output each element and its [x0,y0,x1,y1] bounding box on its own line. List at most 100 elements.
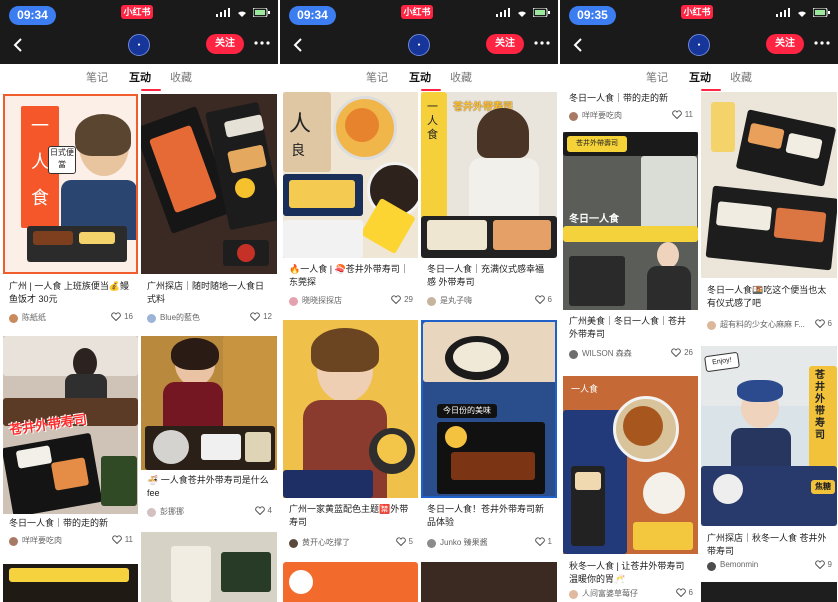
like-count[interactable]: 6 [534,295,552,304]
status-icons [776,8,830,17]
like-count[interactable]: 11 [111,535,133,544]
like-count[interactable]: 6 [814,319,832,328]
author-avatar [9,314,18,323]
note-card[interactable]: 冬日一人食｜带的走的新 咩咩要吃肉 11 [563,92,698,126]
note-author-row: 超有料的少女心麻麻 F... 6 [707,319,832,332]
note-card[interactable]: 苍井外帶壽司 冬日一人食 广州美食｜冬日一人食｜苍井外带寿司 WILSON 森森… [563,132,698,366]
note-card[interactable]: 一人食 秋冬一人食 | 让苍井外带寿司温暖你的胃🥂 人间富婆草莓仔 6 [563,376,698,602]
follow-button[interactable]: 关注 [486,34,524,54]
back-icon[interactable] [570,36,588,54]
battery-icon [253,8,270,17]
active-tab-indicator [421,89,441,91]
note-card[interactable] [421,562,557,602]
follow-button[interactable]: 关注 [206,34,244,54]
note-thumbnail [141,94,277,274]
note-thumbnail: Enjoy! 苍井外带寿司 焦糖 [701,346,837,526]
tab-interactions[interactable]: 互动 [680,69,720,85]
avatar[interactable]: ● [688,34,710,56]
note-card[interactable] [701,582,837,602]
heart-icon [391,295,401,304]
like-count[interactable]: 29 [391,295,413,304]
note-card[interactable]: 今日份的美味 冬日一人食！苍井外带寿司新品体验 Junko 臻果酱 1 [421,320,557,556]
note-thumbnail: 一人食 [563,376,698,554]
heart-icon [111,312,121,321]
more-icon[interactable] [252,33,272,53]
note-card[interactable]: 冬日一人食🍱吃这个便当也太有仪式感了吧 超有料的少女心麻麻 F... 6 [701,92,837,342]
note-card[interactable] [283,562,418,602]
note-card[interactable] [141,532,277,602]
image-text: 良 [291,142,305,158]
author-name: 超有料的少女心麻麻 F... [720,320,805,329]
author-avatar [147,314,156,323]
note-card[interactable]: 广州探店｜随时随地一人食日式料 Blue的藍色 12 [141,94,277,332]
header-bar: 09:35 小红书 ● 关注 [560,0,838,64]
brand-badge: 小红书 [681,5,713,19]
more-icon[interactable] [812,33,832,53]
note-card[interactable]: 人 良 🔥一人食 | 🍣苍井外带寿司｜东莞探 晓晓探探店 29 [283,92,418,314]
avatar[interactable]: ● [408,34,430,56]
like-count-value: 26 [684,348,693,357]
note-thumbnail: 苍井外帶壽司 冬日一人食 [563,132,698,310]
note-card[interactable]: 一人食 苍井外带寿司 冬日一人食｜充满仪式感幸福感 外带寿司 是丸子嗨 6 [421,92,557,314]
like-count[interactable]: 5 [395,537,413,546]
like-count[interactable]: 16 [111,312,133,321]
note-thumbnail: 人 良 [283,92,418,258]
like-count-value: 6 [688,588,693,597]
like-count[interactable]: 11 [671,110,693,119]
like-count[interactable]: 9 [814,560,832,569]
tab-favorites[interactable]: 收藏 [721,69,761,85]
image-text: 今日份的美味 [437,404,497,418]
like-count[interactable]: 1 [534,537,552,546]
note-title: 广州 | 一人食 上班族便当💰鳗鱼饭才 30元 [9,281,130,304]
note-thumbnail: 一人食 苍井外带寿司 [421,92,557,258]
like-count[interactable]: 4 [254,506,272,515]
tab-favorites[interactable]: 收藏 [441,69,481,85]
avatar[interactable]: ● [128,34,150,56]
note-card[interactable]: 🍜 一人食苍井外带寿司是什么 fee 彭挪挪 4 [141,336,277,524]
like-count[interactable]: 26 [671,348,693,357]
tab-notes[interactable]: 笔记 [637,69,677,85]
author-avatar [707,321,716,330]
follow-button[interactable]: 关注 [766,34,804,54]
note-card[interactable]: 苍井外带寿司 冬日一人食｜带的走的新 咩咩要吃肉 11 [3,336,138,554]
note-thumbnail [701,92,837,278]
image-text: 一 [31,116,49,136]
note-title: 冬日一人食｜带的走的新 [569,93,669,103]
tab-interactions[interactable]: 互动 [400,69,440,85]
note-title: 广州美食｜冬日一人食｜苍井外带寿司 [569,316,687,339]
author-avatar [569,112,578,121]
like-count[interactable]: 6 [675,588,693,597]
panel-middle: 09:34 小红书 ● 关注 笔记 互动 收藏 人 良 🔥一人食 | 🍣苍井外带… [280,0,558,602]
image-text: 冬日一人食 [569,214,619,225]
heart-icon [534,295,545,304]
back-icon[interactable] [290,36,308,54]
author-avatar [707,562,716,571]
status-icons [216,8,270,17]
tab-favorites[interactable]: 收藏 [161,69,201,85]
note-card[interactable]: 广州一家黄蓝配色主题🈲外带寿司 黄开心吃撑了 5 [283,320,418,556]
like-count-value: 11 [684,110,693,119]
note-title: 🍜 一人食苍井外带寿司是什么 fee [147,475,269,498]
back-icon[interactable] [10,36,28,54]
author-name: 彭挪挪 [160,507,184,516]
note-card[interactable]: Enjoy! 苍井外带寿司 焦糖 广州探店｜秋冬一人食 苍井外带寿司 Bemon… [701,346,837,576]
tab-notes[interactable]: 笔记 [357,69,397,85]
tab-interactions[interactable]: 互动 [120,69,160,85]
note-author-row: 是丸子嗨 6 [427,295,552,308]
like-count-value: 16 [124,312,133,321]
like-count[interactable]: 12 [250,312,272,321]
signal-icon [496,8,510,17]
author-avatar [289,297,298,306]
author-name: Bemonmin [720,560,759,569]
tab-notes[interactable]: 笔记 [77,69,117,85]
note-card[interactable] [3,564,138,602]
note-card[interactable]: 一 人 食 日式便當 广州 | 一人食 上班族便当💰鳗鱼饭才 30元 陈紙纸 1… [3,94,138,332]
heart-icon [814,560,825,569]
note-thumbnail: 一 人 食 日式便當 [3,94,138,274]
note-title: 冬日一人食｜充满仪式感幸福感 外带寿司 [427,264,545,287]
more-icon[interactable] [532,33,552,53]
heart-icon [675,588,686,597]
note-author-row: WILSON 森森 26 [569,348,693,361]
note-thumbnail: 今日份的美味 [421,320,557,498]
like-count-value: 12 [263,312,272,321]
